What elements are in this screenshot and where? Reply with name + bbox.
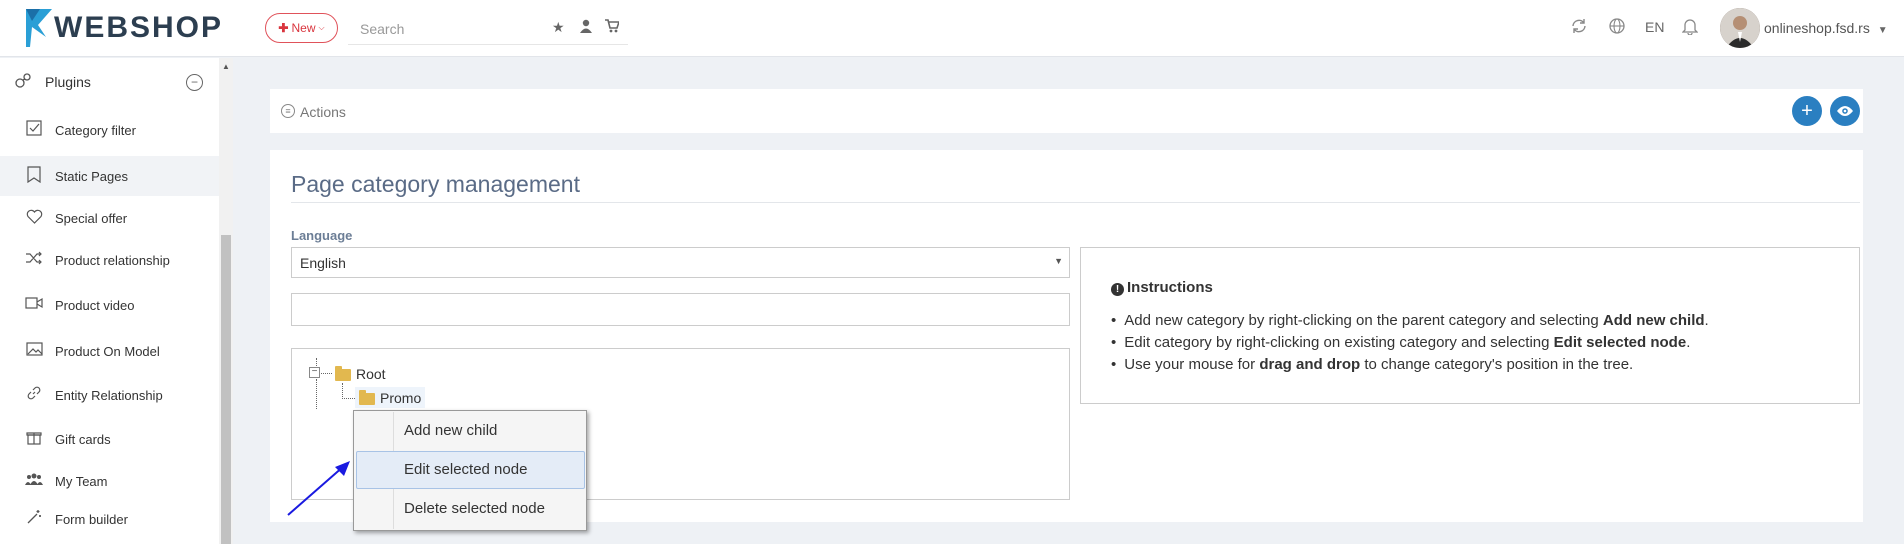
store-name: onlineshop.fsd.rs xyxy=(1764,20,1870,36)
tree-line xyxy=(342,383,343,399)
logo-flag-icon xyxy=(26,9,52,47)
language-select-value: English xyxy=(300,254,346,271)
star-icon[interactable]: ★ xyxy=(552,19,565,35)
list-item: Edit category by right-clicking on exist… xyxy=(1111,332,1709,354)
list-item: Add new category by right-clicking on th… xyxy=(1111,310,1709,332)
user-icon[interactable] xyxy=(580,19,592,36)
page-title: Page category management xyxy=(291,171,580,197)
new-button-label: New xyxy=(291,21,316,35)
actions-bar xyxy=(270,89,1863,133)
plugins-icon xyxy=(14,71,34,93)
add-button[interactable]: + xyxy=(1792,96,1822,126)
tree-line xyxy=(316,379,317,409)
sidebar-item-product-video[interactable]: Product video xyxy=(0,285,219,325)
checkbox-icon xyxy=(24,120,44,140)
tree-filter-input[interactable] xyxy=(291,293,1070,326)
exclamation-circle-icon: ! xyxy=(1111,283,1124,296)
folder-icon xyxy=(359,390,375,405)
eye-icon xyxy=(1837,106,1853,116)
sidebar-item-label: Product On Model xyxy=(55,343,160,359)
sidebar-item-gift-cards[interactable]: Gift cards xyxy=(0,419,219,459)
instruction-text: Use your mouse for xyxy=(1124,356,1260,373)
title-divider xyxy=(291,202,1860,203)
language-select[interactable]: English ▼ xyxy=(291,247,1070,278)
video-icon xyxy=(24,296,44,314)
store-selector[interactable]: onlineshop.fsd.rs ▼ xyxy=(1764,20,1888,36)
instruction-keyword: drag and drop xyxy=(1259,356,1361,373)
bookmark-icon xyxy=(24,165,44,187)
wand-icon xyxy=(24,509,44,529)
sidebar-item-product-on-model[interactable]: Product On Model xyxy=(0,331,219,371)
top-bar: WEBSHOP ✚ New ⌵ ★ EN onlineshop.fsd.rs ▼ xyxy=(0,0,1904,57)
sidebar-item-label: Entity Relationship xyxy=(55,387,163,403)
sidebar-section-label: Plugins xyxy=(45,74,91,90)
chevron-down-icon: ⌵ xyxy=(318,23,325,32)
cart-icon[interactable] xyxy=(605,19,621,36)
tree-collapse-toggle[interactable]: − xyxy=(309,367,320,378)
instruction-text: . xyxy=(1704,312,1709,329)
scroll-up-arrow-icon[interactable]: ▲ xyxy=(222,62,230,71)
sidebar-item-label: Special offer xyxy=(55,210,128,226)
sidebar-item-label: Static Pages xyxy=(55,168,128,184)
sidebar-item-label: My Team xyxy=(55,473,108,489)
sidebar-item-label: Category filter xyxy=(55,122,136,138)
instruction-text: . xyxy=(1686,334,1691,351)
plus-icon: + xyxy=(1801,99,1813,122)
globe-icon[interactable] xyxy=(1608,17,1626,40)
annotation-arrow-icon xyxy=(287,461,350,516)
sidebar-item-special-offer[interactable]: Special offer xyxy=(0,198,219,238)
sidebar-item-label: Gift cards xyxy=(55,431,111,447)
instructions-list: Add new category by right-clicking on th… xyxy=(1111,310,1709,376)
sidebar-item-form-builder[interactable]: Form builder xyxy=(0,499,219,539)
actions-label[interactable]: Actions xyxy=(300,104,346,120)
team-icon xyxy=(24,472,44,490)
instructions-title-text: Instructions xyxy=(1127,279,1213,296)
list-item: Use your mouse for drag and drop to chan… xyxy=(1111,354,1709,376)
tree-node-root[interactable]: Root xyxy=(356,366,386,382)
sidebar-scroll-thumb[interactable] xyxy=(221,235,231,544)
folder-icon xyxy=(335,366,351,381)
collapse-icon[interactable]: − xyxy=(186,74,203,91)
language-label: Language xyxy=(291,228,353,243)
menu-item-add-new-child[interactable]: Add new child xyxy=(404,422,497,439)
tree-node-promo[interactable]: Promo xyxy=(380,390,421,406)
refresh-icon[interactable] xyxy=(1570,17,1588,40)
instruction-text: Add new category by right-clicking on th… xyxy=(1124,312,1603,329)
avatar[interactable] xyxy=(1720,8,1760,48)
bell-icon[interactable] xyxy=(1681,17,1699,40)
logo-text: WEBSHOP xyxy=(54,11,224,44)
tree-line xyxy=(342,398,355,399)
menu-item-delete-selected-node[interactable]: Delete selected node xyxy=(404,500,545,517)
sidebar-item-my-team[interactable]: My Team xyxy=(0,461,219,501)
caret-down-icon: ▼ xyxy=(1877,25,1888,36)
link-icon xyxy=(24,385,44,405)
menu-item-edit-selected-node[interactable]: Edit selected node xyxy=(404,461,527,478)
sidebar-item-entity-relationship[interactable]: Entity Relationship xyxy=(0,375,219,415)
sidebar-item-label: Form builder xyxy=(55,511,128,527)
list-icon: ≡ xyxy=(281,104,295,118)
instructions-title: ! Instructions xyxy=(1111,279,1213,296)
instruction-keyword: Edit selected node xyxy=(1553,334,1687,351)
heart-icon xyxy=(24,209,44,228)
sidebar-item-product-relationship[interactable]: Product relationship xyxy=(0,240,219,280)
sidebar-item-category-filter[interactable]: Category filter xyxy=(0,110,219,150)
caret-down-icon: ▼ xyxy=(1054,256,1063,266)
language-switch[interactable]: EN xyxy=(1645,19,1664,35)
image-icon xyxy=(24,342,44,360)
instruction-text: to change category's position in the tre… xyxy=(1360,356,1634,373)
instruction-text: Edit category by right-clicking on exist… xyxy=(1124,334,1554,351)
sidebar-item-static-pages[interactable]: Static Pages xyxy=(0,156,219,196)
sidebar-item-label: Product video xyxy=(55,297,135,313)
gift-icon xyxy=(24,429,44,449)
tree-line xyxy=(321,373,332,374)
instruction-keyword: Add new child xyxy=(1602,312,1705,329)
webshop-logo[interactable]: WEBSHOP xyxy=(26,8,223,48)
sidebar-item-label: Product relationship xyxy=(55,252,170,268)
shuffle-icon xyxy=(24,251,44,269)
preview-button[interactable] xyxy=(1830,96,1860,126)
plus-icon: ✚ xyxy=(278,21,289,35)
new-button[interactable]: ✚ New ⌵ xyxy=(265,13,338,43)
